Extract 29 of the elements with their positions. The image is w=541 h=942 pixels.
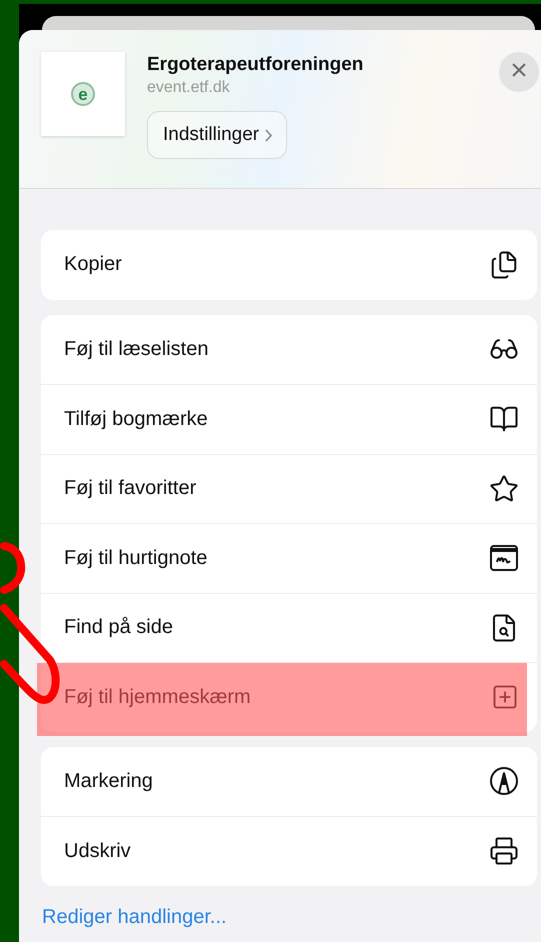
action-item[interactable]: Tilføj bogmærke [41,384,537,454]
action-label: Kopier [64,253,122,276]
action-item[interactable]: Føj til hurtignote [41,523,537,592]
chevron-icon [265,128,272,142]
action-item[interactable]: Føj til favoritter [41,454,537,523]
note-icon [489,544,519,572]
action-label: Markering [64,770,153,793]
close-button[interactable]: × [499,52,539,92]
site-title: Ergoterapeutforeningen [147,54,364,76]
action-label: Tilføj bogmærke [64,408,208,431]
copy-icon [489,250,519,280]
action-label: Udskriv [64,840,131,863]
action-item[interactable]: Føj til læselisten [41,314,537,384]
action-item[interactable]: Udskriv [41,816,537,886]
action-label: Føj til favoritter [64,477,196,500]
action-label: Føj til hjemmeskærm [64,686,251,709]
action-item[interactable]: Find på side [41,592,537,662]
settings-button[interactable]: Indstillinger [147,111,288,159]
star-icon [489,474,519,504]
site-url: event.etf.dk [147,79,231,97]
action-label: Find på side [64,616,173,640]
printer-icon [489,836,519,866]
action-label: Føj til læselisten [64,338,208,361]
site-logo: e [71,82,95,106]
action-item[interactable]: Kopier [41,230,537,300]
pen-circle-icon [489,766,519,796]
action-item[interactable]: Markering [41,746,537,816]
add-square-icon [491,683,519,712]
action-label: Føj til hurtignote [64,546,208,570]
